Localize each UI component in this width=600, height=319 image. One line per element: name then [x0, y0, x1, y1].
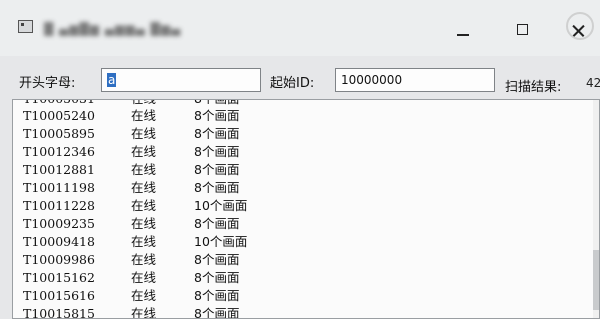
- list-item[interactable]: T10009235 在线 8个画面: [13, 215, 573, 233]
- list-item[interactable]: T10005240 在线 8个画面: [13, 107, 573, 125]
- device-id: T10005240: [23, 108, 95, 123]
- list-item[interactable]: T10005895 在线 8个画面: [13, 125, 573, 143]
- device-id: T10005895: [23, 126, 95, 141]
- prefix-input-value: a: [107, 73, 117, 87]
- device-id: T10015616: [23, 288, 95, 303]
- device-status: 在线: [131, 144, 157, 159]
- start-id-input[interactable]: 10000000: [335, 68, 495, 92]
- list-item[interactable]: T10015616 在线 8个画面: [13, 287, 573, 305]
- result-list[interactable]: T10005031在线8个画面 T10005240 在线 8个画面 T10005…: [12, 99, 600, 319]
- list-item[interactable]: T10009418 在线 10个画面: [13, 233, 573, 251]
- channel-count: 8个画面: [194, 144, 240, 159]
- channel-count: 8个画面: [194, 126, 240, 141]
- title-bar: █ ▄▆█▆ ▄▆▆▄ █▆▄: [0, 0, 600, 56]
- device-id: T10015162: [23, 270, 95, 285]
- scrollbar-thumb[interactable]: [593, 250, 599, 310]
- minimize-button[interactable]: [443, 16, 483, 44]
- channel-count: 8个画面: [194, 270, 240, 285]
- list-item[interactable]: T10012346 在线 8个画面: [13, 143, 573, 161]
- channel-count: 10个画面: [194, 234, 248, 249]
- device-status: 在线: [131, 126, 157, 141]
- maximize-button[interactable]: [503, 16, 543, 44]
- device-id: T10009418: [23, 234, 95, 249]
- scan-result-count: 42: [586, 76, 600, 90]
- device-status: 在线: [131, 270, 157, 285]
- device-status: 在线: [131, 108, 157, 123]
- device-status: 在线: [131, 288, 157, 303]
- prefix-input[interactable]: a: [101, 68, 261, 92]
- start-id-label: 起始ID:: [270, 76, 315, 91]
- list-item[interactable]: T10012881 在线 8个画面: [13, 161, 573, 179]
- device-status: 在线: [131, 180, 157, 195]
- device-id: T10009235: [23, 216, 95, 231]
- channel-count: 10个画面: [194, 198, 248, 213]
- device-id: T10012881: [23, 162, 95, 177]
- scan-result-label: 扫描结果:: [505, 80, 562, 95]
- device-status: 在线: [131, 234, 157, 249]
- list-item[interactable]: T10015162 在线 8个画面: [13, 269, 573, 287]
- channel-count: 8个画面: [194, 288, 240, 303]
- list-item-partial: T10015815 在线 8个画面: [23, 306, 240, 319]
- device-id: T10011198: [23, 180, 95, 195]
- device-id: T10012346: [23, 144, 95, 159]
- list-item[interactable]: T10009986 在线 8个画面: [13, 251, 573, 269]
- channel-count: 8个画面: [194, 180, 240, 195]
- device-status: 在线: [131, 162, 157, 177]
- channel-count: 8个画面: [194, 108, 240, 123]
- device-status: 在线: [131, 252, 157, 267]
- prefix-label: 开头字母:: [19, 76, 76, 91]
- device-status: 在线: [131, 198, 157, 213]
- channel-count: 8个画面: [194, 216, 240, 231]
- device-id: T10011228: [23, 198, 95, 213]
- list-scrollbar[interactable]: [593, 100, 599, 318]
- device-id: T10009986: [23, 252, 95, 267]
- watermark-logo-icon: [566, 12, 594, 40]
- app-icon: [18, 20, 33, 33]
- window-title: █ ▄▆█▆ ▄▆▆▄ █▆▄: [44, 22, 182, 36]
- channel-count: 8个画面: [194, 162, 240, 177]
- channel-count: 8个画面: [194, 252, 240, 267]
- device-status: 在线: [131, 216, 157, 231]
- list-item[interactable]: T10011228 在线 10个画面: [13, 197, 573, 215]
- list-item[interactable]: T10011198 在线 8个画面: [13, 179, 573, 197]
